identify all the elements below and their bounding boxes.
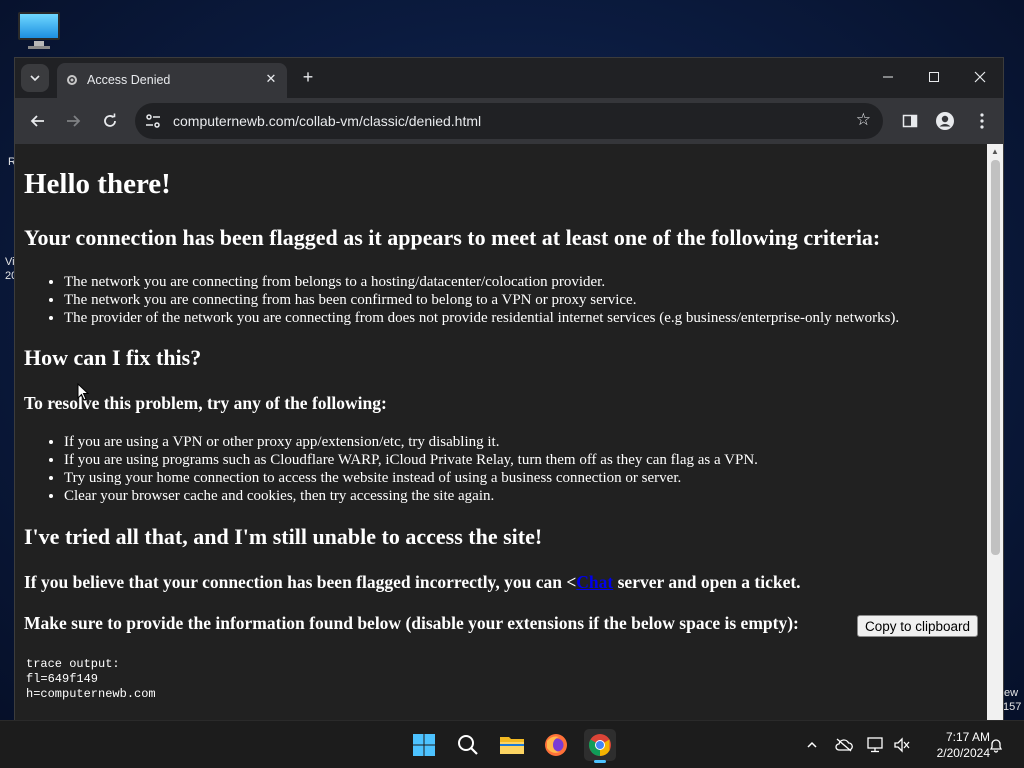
site-settings-icon	[146, 114, 160, 128]
maximize-button[interactable]	[921, 66, 947, 88]
profile-button[interactable]	[932, 108, 958, 134]
browser-menu-button[interactable]	[969, 108, 995, 134]
back-arrow-icon	[30, 115, 44, 127]
new-tab-button[interactable]: +	[297, 66, 319, 88]
fix-item: If you are using programs such as Cloudf…	[64, 451, 758, 469]
close-tab-icon[interactable]: ✕	[263, 71, 279, 87]
onedrive-tray-icon[interactable]	[834, 735, 854, 755]
search-button[interactable]	[452, 729, 484, 761]
folder-icon	[500, 737, 524, 754]
desktop-icon-label-fragment: 157	[1003, 701, 1022, 713]
show-hidden-icons-button[interactable]	[802, 735, 822, 755]
bell-icon	[989, 739, 1003, 753]
address-bar[interactable]: computernewb.com/collab-vm/classic/denie…	[135, 103, 883, 139]
fix-item: If you are using a VPN or other proxy ap…	[64, 433, 758, 451]
side-panel-icon	[902, 114, 918, 128]
criteria-heading: Your connection has been flagged as it a…	[24, 225, 881, 250]
ticket-prefix: If you believe that your connection has …	[24, 572, 577, 592]
network-icon	[867, 737, 883, 753]
windows-start-icon	[413, 734, 435, 756]
fix-item: Try using your home connection to access…	[64, 469, 758, 487]
tried-heading: I've tried all that, and I'm still unabl…	[24, 524, 543, 549]
criteria-item: The network you are connecting from belo…	[64, 273, 899, 291]
more-vert-icon	[980, 113, 984, 129]
active-app-indicator	[594, 760, 606, 763]
profile-avatar-icon	[936, 112, 954, 130]
file-explorer-button[interactable]	[496, 729, 528, 761]
scrollbar-thumb[interactable]	[991, 160, 1000, 555]
fix-item: Clear your browser cache and cookies, th…	[64, 487, 758, 505]
page-heading: Hello there!	[24, 168, 171, 200]
minimize-button[interactable]	[875, 66, 901, 88]
side-panel-button[interactable]	[897, 108, 923, 134]
browser-window: Access Denied ✕ + computernewb.com/colla…	[14, 57, 1004, 721]
chrome-button[interactable]	[584, 729, 616, 763]
trace-output: trace output: fl=649f149 h=computernewb.co…	[26, 657, 156, 702]
clock-date: 2/20/2024	[936, 746, 990, 760]
fix-heading: How can I fix this?	[24, 345, 202, 370]
criteria-item: The provider of the network you are conn…	[64, 309, 899, 327]
criteria-list: The network you are connecting from belo…	[64, 273, 899, 327]
network-tray-icon[interactable]	[866, 735, 886, 755]
chrome-icon	[589, 734, 611, 756]
reload-button[interactable]	[97, 108, 123, 134]
mouse-cursor-icon	[77, 383, 89, 401]
page-viewport: Hello there! Your connection has been fl…	[15, 144, 987, 721]
tab-strip: Access Denied ✕ +	[15, 58, 1003, 98]
gear-favicon-icon	[67, 75, 77, 85]
url-text: computernewb.com/collab-vm/classic/denie…	[173, 113, 482, 129]
browser-toolbar: computernewb.com/collab-vm/classic/denie…	[15, 98, 1003, 144]
this-pc-desktop-icon[interactable]	[16, 10, 62, 50]
trace-line: trace output:	[26, 657, 120, 671]
reload-icon	[104, 113, 116, 127]
bookmark-star-icon[interactable]: ☆	[856, 110, 871, 130]
close-window-button[interactable]	[967, 66, 993, 88]
desktop-icon-label-fragment: ew	[1004, 687, 1019, 699]
forward-arrow-icon	[67, 115, 81, 127]
fixes-list: If you are using a VPN or other proxy ap…	[64, 433, 758, 505]
taskbar: 7:17 AM 2/20/2024	[0, 720, 1024, 768]
criteria-item: The network you are connecting from has …	[64, 291, 899, 309]
maximize-icon	[929, 72, 939, 82]
start-button[interactable]	[408, 729, 440, 761]
tab-title: Access Denied	[87, 73, 171, 87]
chevron-down-icon	[30, 75, 40, 82]
tab-access-denied[interactable]: Access Denied ✕	[57, 63, 287, 98]
trace-line: fl=649f149	[26, 672, 99, 686]
close-icon	[974, 71, 986, 83]
trace-line: h=computernewb.com	[26, 687, 156, 701]
forward-button[interactable]	[60, 108, 86, 134]
volume-tray-icon[interactable]	[892, 735, 912, 755]
scroll-up-arrow-icon[interactable]: ▲	[990, 147, 1000, 157]
page-scrollbar[interactable]: ▲	[987, 144, 1003, 721]
copy-to-clipboard-button[interactable]: Copy to clipboard	[857, 615, 979, 637]
chat-link[interactable]: Chat	[576, 572, 613, 592]
firefox-icon	[545, 734, 567, 756]
notifications-button[interactable]	[986, 735, 1006, 755]
clock-time: 7:17 AM	[945, 730, 990, 744]
firefox-button[interactable]	[540, 729, 572, 761]
ticket-suffix: server and open a ticket.	[613, 572, 801, 592]
cloud-offline-icon	[835, 738, 853, 752]
search-icon	[458, 735, 478, 755]
taskbar-clock[interactable]: 7:17 AM 2/20/2024	[918, 729, 990, 761]
provide-info-text: Make sure to provide the information fou…	[24, 613, 799, 633]
volume-muted-icon	[894, 737, 910, 753]
tab-search-button[interactable]	[21, 64, 49, 92]
chevron-up-icon	[807, 741, 817, 748]
minimize-icon	[883, 76, 893, 78]
ticket-paragraph: If you believe that your connection has …	[24, 572, 801, 593]
back-button[interactable]	[25, 108, 51, 134]
